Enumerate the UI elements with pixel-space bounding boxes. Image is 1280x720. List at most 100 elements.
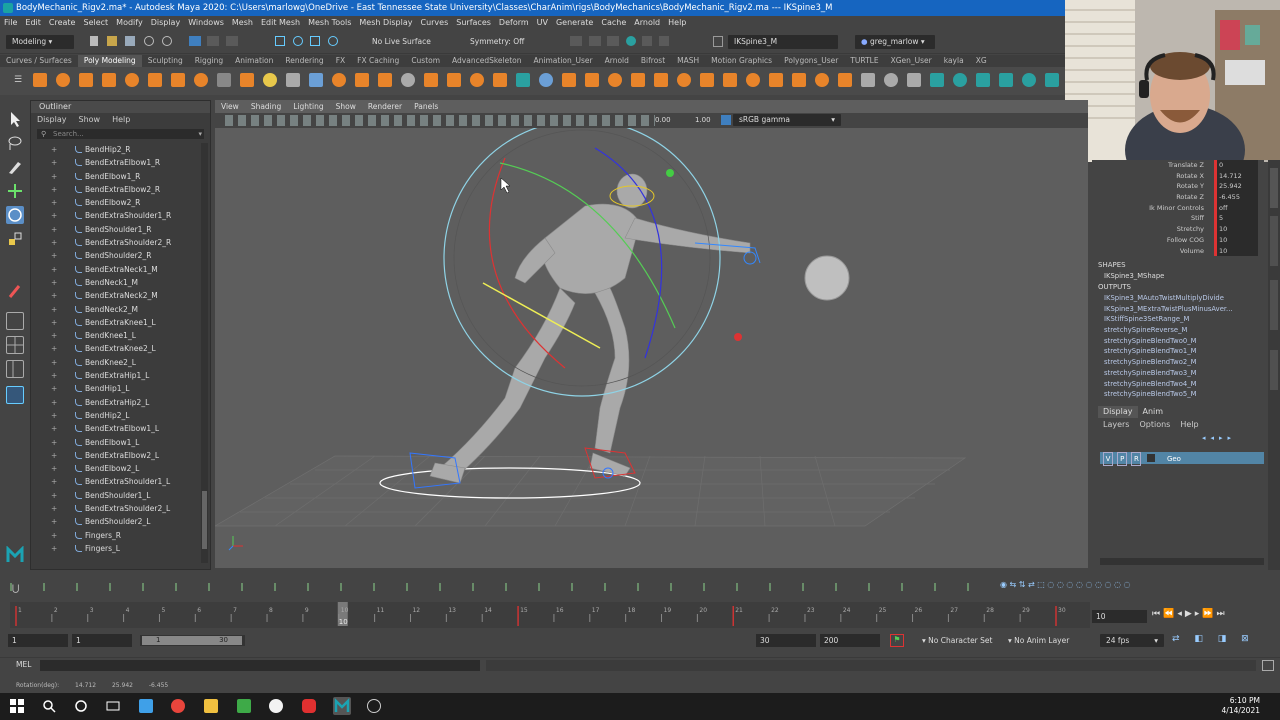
shelf-tab-sculpting[interactable]: Sculpting	[142, 55, 189, 67]
user-account-dropdown[interactable]: ● greg_marlow ▾	[855, 35, 935, 49]
menu-help[interactable]: Help	[664, 16, 690, 29]
viewport-menu-renderer[interactable]: Renderer	[362, 100, 408, 113]
outliner-item[interactable]: + BendExtraShoulder2_R	[31, 236, 203, 249]
menu-edit-mesh[interactable]: Edit Mesh	[257, 16, 304, 29]
shelf-tool-icon[interactable]	[838, 73, 852, 87]
shelf-tool-icon[interactable]	[930, 73, 944, 87]
shelf-tool-icon[interactable]	[562, 73, 576, 87]
paint-select-tool-icon[interactable]	[6, 158, 24, 176]
layer-action-icons[interactable]: ◂◂▸▸	[1202, 434, 1262, 444]
snap-point-icon[interactable]	[310, 36, 321, 46]
menu-deform[interactable]: Deform	[495, 16, 533, 29]
outliner-item[interactable]: + BendExtraNeck2_M	[31, 289, 203, 302]
expand-plus-icon[interactable]: +	[51, 289, 57, 302]
channel-value-field[interactable]: 5	[1214, 213, 1258, 225]
outliner-scrollbar[interactable]	[201, 143, 208, 563]
output-node[interactable]: stretchySpineBlendTwo5_M	[1092, 389, 1264, 400]
channel-value-field[interactable]: off	[1214, 202, 1258, 214]
shelf-tab-xgen-user[interactable]: XGen_User	[885, 55, 938, 67]
shelf-tab-xg[interactable]: XG	[970, 55, 993, 67]
channel-row[interactable]: Volume 10	[1092, 245, 1264, 257]
layer-visible-toggle[interactable]: V	[1103, 452, 1113, 466]
layer-tab-display[interactable]: Display	[1098, 406, 1138, 418]
outliner-item[interactable]: + Fingers_L	[31, 542, 203, 555]
outliner-item[interactable]: + BendExtraKnee1_L	[31, 316, 203, 329]
shelf-tool-icon[interactable]	[378, 73, 392, 87]
pause-icon[interactable]	[658, 36, 669, 46]
select-component-icon[interactable]	[225, 36, 238, 46]
shelf-tab-fx[interactable]: FX	[330, 55, 351, 67]
outliner-item[interactable]: + BendKnee2_L	[31, 356, 203, 369]
menu-uv[interactable]: UV	[533, 16, 552, 29]
channel-row[interactable]: Ik Minor Controls off	[1092, 202, 1264, 214]
shelf-tab-custom[interactable]: Custom	[405, 55, 446, 67]
channel-row[interactable]: Rotate X 14.712	[1092, 170, 1264, 182]
expand-plus-icon[interactable]: +	[51, 449, 57, 462]
expand-plus-icon[interactable]: +	[51, 369, 57, 382]
shelf-tab-rigging[interactable]: Rigging	[189, 55, 229, 67]
outliner-item[interactable]: + BendNeck2_M	[31, 303, 203, 316]
channel-row[interactable]: Translate Z 0	[1092, 160, 1264, 171]
scale-tool-icon[interactable]	[6, 230, 24, 248]
shelf-tool-icon[interactable]	[217, 73, 231, 87]
shelf-tool-icon[interactable]	[56, 73, 70, 87]
shelf-tool-icon[interactable]	[171, 73, 185, 87]
mel-label[interactable]: MEL	[16, 660, 31, 669]
outliner-item[interactable]: + BendElbow1_L	[31, 436, 203, 449]
channel-row[interactable]: Stretchy 10	[1092, 224, 1264, 235]
menu-mesh[interactable]: Mesh	[228, 16, 257, 29]
symmetry-label[interactable]: Symmetry: Off	[470, 35, 524, 49]
shelf-tool-icon[interactable]	[654, 73, 668, 87]
expand-plus-icon[interactable]: +	[51, 515, 57, 528]
attribute-editor-side-tab[interactable]	[1270, 280, 1278, 330]
select-tool-icon[interactable]	[6, 110, 24, 128]
shelf-tab-motion-graphics[interactable]: Motion Graphics	[705, 55, 778, 67]
search-options-chevron-icon[interactable]: ▾	[198, 129, 202, 139]
outliner-item[interactable]: + BendShoulder2_R	[31, 249, 203, 262]
expand-plus-icon[interactable]: +	[51, 342, 57, 355]
expand-plus-icon[interactable]: +	[51, 502, 57, 515]
expand-plus-icon[interactable]: +	[51, 542, 57, 555]
outliner-item[interactable]: + BendExtraHip1_L	[31, 369, 203, 382]
ipr-render-icon[interactable]	[607, 36, 620, 46]
lasso-tool-icon[interactable]	[6, 134, 24, 152]
shelf-tool-icon[interactable]	[585, 73, 599, 87]
shelf-tool-icon[interactable]	[907, 73, 921, 87]
output-node[interactable]: stretchySpineBlendTwo1_M	[1092, 346, 1264, 357]
four-view-layout-icon[interactable]	[6, 336, 24, 354]
outliner-item[interactable]: + BendKnee1_L	[31, 329, 203, 342]
play-forward-icon[interactable]: ▶	[1185, 609, 1195, 619]
settings-app-icon[interactable]	[367, 699, 381, 713]
edge-browser-icon[interactable]	[139, 699, 153, 713]
shelf-tab-fx-caching[interactable]: FX Caching	[351, 55, 405, 67]
output-node[interactable]: stretchySpineBlendTwo2_M	[1092, 357, 1264, 368]
shelf-tool-icon[interactable]	[815, 73, 829, 87]
expand-plus-icon[interactable]: +	[51, 382, 57, 395]
outliner-item[interactable]: + BendShoulder2_L	[31, 515, 203, 528]
shelf-tab-mash[interactable]: MASH	[671, 55, 705, 67]
shelf-tool-icon[interactable]	[746, 73, 760, 87]
menu-file[interactable]: File	[0, 16, 21, 29]
channel-row[interactable]: Follow COG 10	[1092, 234, 1264, 246]
shelf-tool-icon[interactable]	[470, 73, 484, 87]
fps-dropdown[interactable]: 24 fps ▾	[1100, 634, 1164, 647]
shelf-tool-icon[interactable]	[332, 73, 346, 87]
step-forward-key-icon[interactable]: ⏩	[1202, 609, 1216, 619]
hypershade-icon[interactable]	[642, 36, 653, 46]
outliner-item[interactable]: + BendElbow1_R	[31, 170, 203, 183]
expand-plus-icon[interactable]: +	[51, 170, 57, 183]
taskbar-clock[interactable]: 6:10 PM 4/14/2021	[1222, 696, 1260, 716]
shelf-tab-animation[interactable]: Animation	[229, 55, 279, 67]
shelf-tool-icon[interactable]	[723, 73, 737, 87]
expand-plus-icon[interactable]: +	[51, 422, 57, 435]
menu-mesh-display[interactable]: Mesh Display	[355, 16, 416, 29]
anim-end-field[interactable]: 200	[820, 634, 880, 647]
channel-value-field[interactable]: 10	[1214, 245, 1258, 257]
menu-select[interactable]: Select	[79, 16, 112, 29]
outliner-layout-icon[interactable]	[6, 386, 24, 404]
outliner-item[interactable]: + BendNeck1_M	[31, 276, 203, 289]
script-editor-icon[interactable]	[1262, 660, 1274, 671]
outliner-item[interactable]: + BendExtraShoulder1_L	[31, 475, 203, 488]
shelf-tool-icon[interactable]	[631, 73, 645, 87]
save-scene-icon[interactable]	[125, 36, 136, 46]
